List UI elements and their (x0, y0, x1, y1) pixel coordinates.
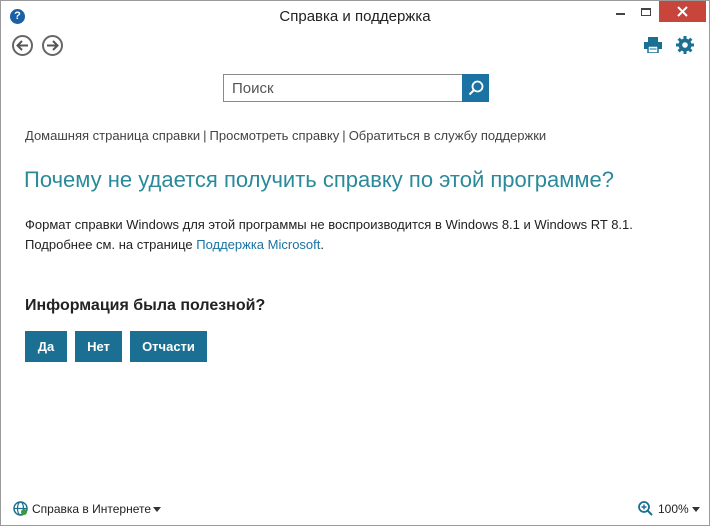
search-icon (468, 80, 483, 96)
article-line-2-suffix: . (320, 237, 325, 252)
back-button[interactable] (12, 35, 33, 56)
status-bar: Справка в Интернете 100% (1, 496, 709, 525)
print-icon[interactable] (644, 37, 662, 53)
breadcrumb-contact-support-link[interactable]: Обратиться в службу поддержки (349, 128, 546, 143)
gear-icon[interactable] (676, 36, 694, 54)
minimize-icon (615, 13, 625, 15)
minimize-button[interactable] (607, 1, 633, 22)
maximize-icon (641, 7, 651, 16)
feedback-partly-button[interactable]: Отчасти (130, 331, 207, 362)
search-input[interactable] (223, 74, 463, 102)
close-icon (677, 6, 688, 17)
title-bar: ? Справка и поддержка (1, 1, 709, 32)
breadcrumb-browse-help-link[interactable]: Просмотреть справку (210, 128, 340, 143)
breadcrumb: Домашняя страница справки | Просмотреть сп… (25, 128, 546, 143)
online-help-dropdown-chevron-icon[interactable] (153, 507, 161, 512)
article-body: Формат справки Windows для этой программ… (25, 215, 633, 255)
search-box (223, 74, 489, 102)
search-button[interactable] (462, 74, 489, 102)
window-title: Справка и поддержка (279, 8, 431, 25)
close-button[interactable] (659, 1, 706, 22)
help-window: ? Справка и поддержка Поиск Домашняя стр… (0, 0, 710, 526)
maximize-button[interactable] (633, 1, 659, 22)
online-help-label[interactable]: Справка в Интернете (32, 502, 151, 516)
article-line-2: Подробнее см. на странице Поддержка Micr… (25, 235, 633, 255)
zoom-icon[interactable] (638, 501, 653, 516)
zoom-dropdown-chevron-icon[interactable] (692, 507, 700, 512)
back-arrow-icon (16, 40, 28, 51)
feedback-question: Информация была полезной? (25, 297, 266, 314)
microsoft-support-link[interactable]: Поддержка Microsoft (196, 237, 320, 252)
page-title: Почему не удается получить справку по эт… (24, 167, 614, 192)
breadcrumb-separator: | (342, 128, 346, 143)
feedback-no-button[interactable]: Нет (75, 331, 122, 362)
online-help-icon[interactable] (13, 501, 28, 516)
toolbar (1, 32, 709, 60)
zoom-level[interactable]: 100% (658, 502, 689, 516)
breadcrumb-help-home-link[interactable]: Домашняя страница справки (25, 128, 200, 143)
feedback-yes-button[interactable]: Да (25, 331, 67, 362)
article-line-2-prefix: Подробнее см. на странице (25, 237, 197, 252)
breadcrumb-separator: | (203, 128, 207, 143)
forward-button[interactable] (42, 35, 63, 56)
article-line-1: Формат справки Windows для этой программ… (25, 217, 633, 232)
forward-arrow-icon (47, 40, 59, 51)
